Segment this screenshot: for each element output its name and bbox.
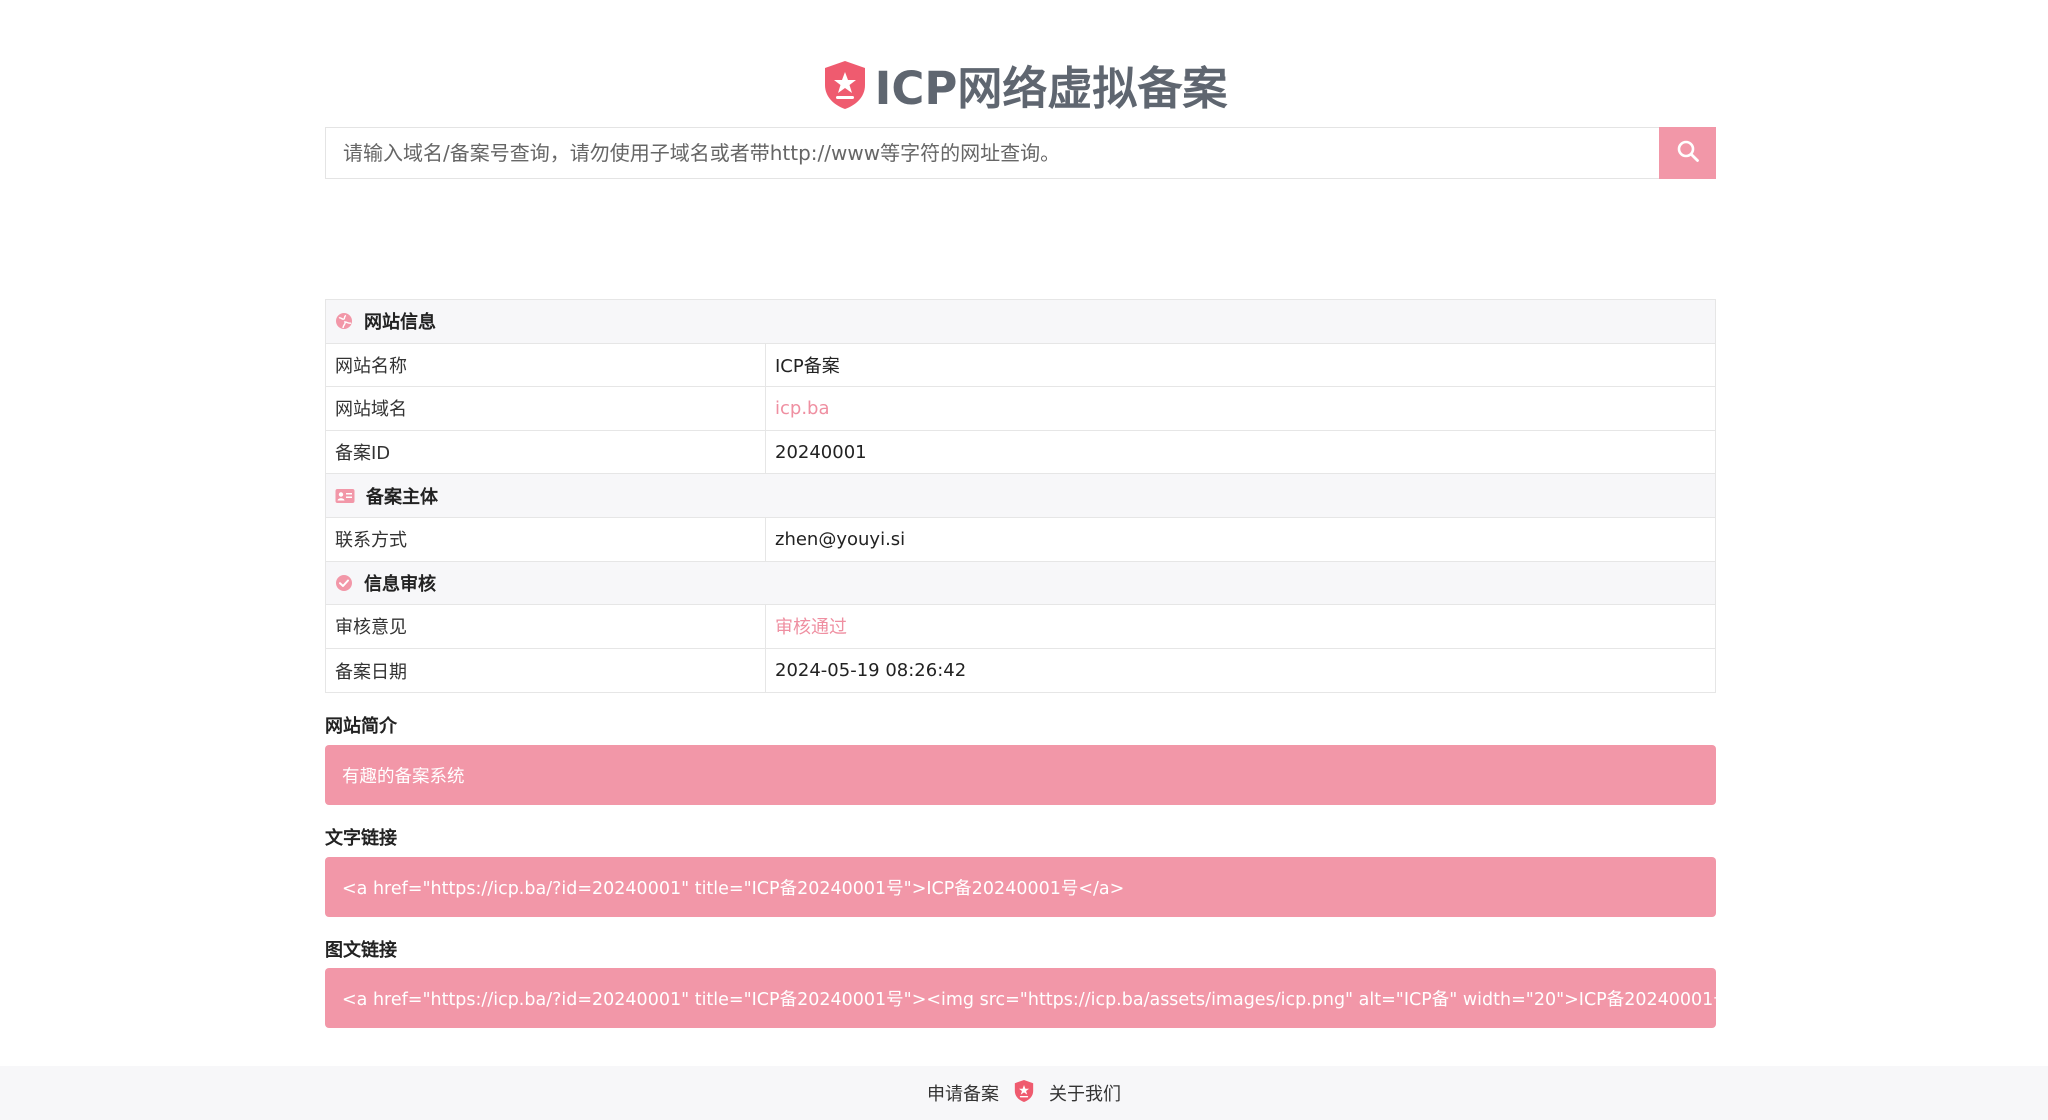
shield-star-icon <box>1013 1079 1035 1108</box>
search-bar <box>325 127 1716 179</box>
shield-star-icon <box>821 59 869 111</box>
globe-icon <box>335 312 353 330</box>
section-title: 网站信息 <box>364 312 436 334</box>
row-key: 网站名称 <box>326 343 766 387</box>
site-name-value: ICP备案 <box>775 355 840 377</box>
row-key: 联系方式 <box>326 517 766 561</box>
record-info-table: 网站信息 网站名称 ICP备案 网站域名 icp.ba 备案ID 2024000… <box>325 299 1716 694</box>
check-circle-icon <box>335 574 353 592</box>
contact-value: zhen@youyi.si <box>775 528 906 550</box>
footer: 申请备案 关于我们 <box>0 1066 2048 1120</box>
row-key: 审核意见 <box>326 605 766 648</box>
text-link-code[interactable]: <a href="https://icp.ba/?id=20240001" ti… <box>325 857 1716 917</box>
row-key: 备案日期 <box>326 648 766 693</box>
page: ICP网络虚拟备案 网站信息 网站名称 ICP <box>0 0 2048 1120</box>
section-owner: 备案主体 <box>326 474 1715 518</box>
intro-box: 有趣的备案系统 <box>325 745 1716 805</box>
section-site-info: 网站信息 <box>326 300 1715 344</box>
table-row: 备案日期 2024-05-19 08:26:42 <box>326 648 1715 693</box>
image-link-label: 图文链接 <box>325 940 397 961</box>
record-id-value: 20240001 <box>775 441 867 463</box>
brand-header: ICP网络虚拟备案 <box>0 52 2048 117</box>
text-link-label: 文字链接 <box>325 828 397 849</box>
search-icon <box>1676 139 1700 167</box>
page-title: ICP网络虚拟备案 <box>874 62 1228 115</box>
record-date-value: 2024-05-19 08:26:42 <box>775 660 967 682</box>
id-card-icon <box>335 488 355 504</box>
table-row: 网站域名 icp.ba <box>326 387 1715 431</box>
table-row: 审核意见 审核通过 <box>326 605 1715 649</box>
about-us-link[interactable]: 关于我们 <box>1049 1080 1121 1106</box>
search-button[interactable] <box>1659 127 1716 179</box>
section-title: 备案主体 <box>366 486 438 508</box>
intro-label: 网站简介 <box>325 716 397 737</box>
section-title: 信息审核 <box>364 573 436 595</box>
section-review: 信息审核 <box>326 561 1715 606</box>
table-row: 备案ID 20240001 <box>326 430 1715 475</box>
search-input[interactable] <box>326 128 1659 178</box>
site-domain-link[interactable]: icp.ba <box>766 387 1715 430</box>
table-row: 联系方式 zhen@youyi.si <box>326 517 1715 562</box>
row-key: 备案ID <box>326 430 766 474</box>
apply-record-link[interactable]: 申请备案 <box>927 1080 999 1106</box>
row-key: 网站域名 <box>326 387 766 430</box>
review-status-value: 审核通过 <box>775 617 847 639</box>
table-row: 网站名称 ICP备案 <box>326 343 1715 388</box>
image-link-code[interactable]: <a href="https://icp.ba/?id=20240001" ti… <box>325 968 1716 1028</box>
